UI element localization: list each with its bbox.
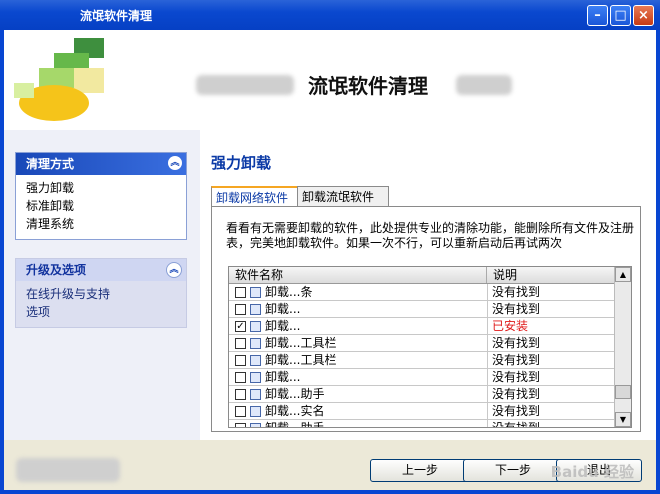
software-icon (250, 304, 261, 315)
minimize-icon: – (594, 8, 601, 23)
row-checkbox[interactable] (235, 287, 246, 298)
sidebar-item-clean-system[interactable]: 清理系统 (26, 215, 176, 233)
list-rows: 卸载...条 没有找到 卸载... 没有找到 ✓ 卸载... 已安装 卸载...工具栏 没有找到… (229, 284, 615, 428)
panel-header[interactable]: 升级及选项 ︽ (16, 259, 186, 281)
close-icon: × (638, 8, 649, 23)
title-bar: 流氓软件清理 – □ × (0, 0, 660, 30)
column-header-name[interactable]: 软件名称 (229, 267, 487, 283)
sidebar-item-online-upgrade[interactable]: 在线升级与支持 (26, 285, 176, 303)
chevron-up-icon[interactable]: ︽ (168, 156, 182, 170)
page-title: 强力卸载 (211, 154, 272, 172)
software-icon (250, 406, 261, 417)
panel-title: 清理方式 (26, 157, 75, 171)
software-status: 没有找到 (487, 420, 615, 427)
tab-uninstall-rogue[interactable]: 卸载流氓软件 (297, 186, 389, 207)
software-status: 没有找到 (487, 335, 615, 351)
upgrade-options-panel: 升级及选项 ︽ 在线升级与支持 选项 (15, 258, 187, 328)
row-checkbox[interactable] (235, 406, 246, 417)
maximize-button[interactable]: □ (610, 5, 631, 26)
sidebar-item-options[interactable]: 选项 (26, 303, 176, 321)
blurred-text (196, 75, 294, 95)
header-title: 流氓软件清理 (308, 74, 428, 98)
list-header: 软件名称 说明 (229, 267, 615, 284)
software-icon (250, 389, 261, 400)
prev-button[interactable]: 上一步 (370, 459, 470, 482)
chevron-up-icon[interactable]: ︽ (166, 262, 182, 278)
software-status: 没有找到 (487, 352, 615, 368)
software-icon (250, 287, 261, 298)
row-checkbox[interactable] (235, 338, 246, 349)
software-name: 卸载...助手 (265, 421, 325, 428)
table-row[interactable]: 卸载...助手 没有找到 (229, 420, 615, 428)
software-icon (250, 321, 261, 332)
scroll-down-button[interactable]: ▼ (615, 412, 631, 427)
software-icon (250, 372, 261, 383)
table-row[interactable]: 卸载... 没有找到 (229, 369, 615, 386)
minimize-button[interactable]: – (587, 5, 608, 26)
table-row[interactable]: 卸载...工具栏 没有找到 (229, 352, 615, 369)
row-checkbox[interactable] (235, 423, 246, 427)
app-logo-icon (14, 38, 104, 121)
row-checkbox[interactable] (235, 372, 246, 383)
software-icon (250, 338, 261, 349)
table-row[interactable]: 卸载...条 没有找到 (229, 284, 615, 301)
software-icon (250, 423, 261, 427)
panel-title: 升级及选项 (26, 263, 87, 277)
software-status: 没有找到 (487, 369, 615, 385)
row-checkbox[interactable] (235, 304, 246, 315)
main-content: 强力卸载 卸载网络软件 卸载流氓软件 看看有无需要卸载的软件，此处提供专业的清除… (200, 130, 652, 440)
tab-panel: 看看有无需要卸载的软件，此处提供专业的清除功能，能删除所有文件及注册表，完美地卸… (211, 206, 641, 432)
software-name: 卸载...条 (265, 285, 313, 299)
software-name: 卸载... (265, 302, 301, 316)
column-header-status[interactable]: 说明 (487, 267, 615, 283)
description-text: 看看有无需要卸载的软件，此处提供专业的清除功能，能删除所有文件及注册表，完美地卸… (226, 221, 635, 250)
row-checkbox[interactable] (235, 355, 246, 366)
cleanup-method-panel: 清理方式 ︽ 强力卸载 标准卸载 清理系统 (15, 152, 187, 240)
software-name: 卸载...助手 (265, 387, 325, 401)
next-button[interactable]: 下一步 (463, 459, 563, 482)
close-button[interactable]: × (633, 5, 654, 26)
blurred-text (16, 458, 120, 482)
table-row[interactable]: 卸载...助手 没有找到 (229, 386, 615, 403)
software-name: 卸载... (265, 319, 301, 333)
software-icon (250, 355, 261, 366)
table-row[interactable]: 卸载...工具栏 没有找到 (229, 335, 615, 352)
software-name: 卸载...实名 (265, 404, 325, 418)
scroll-thumb[interactable] (615, 385, 631, 399)
software-name: 卸载...工具栏 (265, 336, 337, 350)
software-name: 卸载... (265, 370, 301, 384)
maximize-icon: □ (614, 8, 627, 23)
table-row[interactable]: ✓ 卸载... 已安装 (229, 318, 615, 335)
footer: 上一步 下一步 退出 Baidu 经验 (4, 440, 656, 490)
table-row[interactable]: 卸载...实名 没有找到 (229, 403, 615, 420)
watermark: Baidu 经验 (550, 463, 634, 481)
software-status: 没有找到 (487, 301, 615, 317)
left-panel: 清理方式 ︽ 强力卸载 标准卸载 清理系统 升级及选项 ︽ 在线升级与支持 选项 (4, 130, 200, 458)
software-list: 软件名称 说明 卸载...条 没有找到 卸载... 没有找到 ✓ 卸载... 已安装 卸载..… (228, 266, 632, 428)
software-status: 没有找到 (487, 386, 615, 402)
blurred-text (456, 75, 512, 95)
table-row[interactable]: 卸载... 没有找到 (229, 301, 615, 318)
app-header: 流氓软件清理 (4, 30, 656, 130)
row-checkbox[interactable]: ✓ (235, 321, 246, 332)
software-status: 没有找到 (487, 284, 615, 300)
scroll-up-button[interactable]: ▲ (615, 267, 631, 282)
software-status: 已安装 (487, 318, 615, 334)
software-status: 没有找到 (487, 403, 615, 419)
panel-header[interactable]: 清理方式 ︽ (16, 153, 186, 175)
vertical-scrollbar[interactable]: ▲ ▼ (614, 267, 631, 427)
sidebar-item-force-uninstall[interactable]: 强力卸载 (26, 179, 176, 197)
window-title: 流氓软件清理 (80, 9, 153, 23)
software-name: 卸载...工具栏 (265, 353, 337, 367)
sidebar-item-standard-uninstall[interactable]: 标准卸载 (26, 197, 176, 215)
row-checkbox[interactable] (235, 389, 246, 400)
